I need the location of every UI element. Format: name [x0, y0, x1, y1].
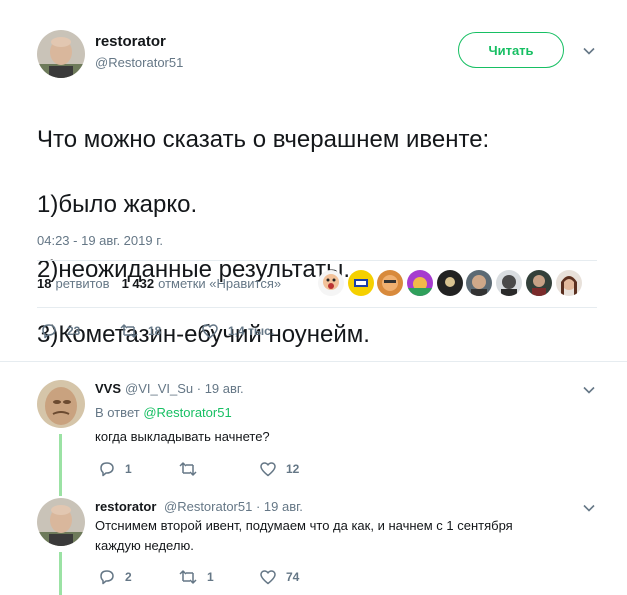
reply-actions: 1 12: [98, 460, 299, 478]
like-count: 74: [286, 570, 300, 584]
reply-icon: [42, 324, 56, 339]
reply-actions: 2 1 74: [98, 568, 299, 586]
heart-icon: [260, 462, 276, 477]
likes-count[interactable]: 1 432: [122, 276, 155, 291]
thread-line: [59, 552, 62, 595]
retweets-count[interactable]: 18: [37, 276, 51, 291]
liker-avatar[interactable]: [318, 270, 344, 296]
like-button[interactable]: 12: [259, 460, 299, 478]
divider: [37, 307, 597, 308]
retweet-count: 1: [207, 570, 214, 584]
reply-author-handle[interactable]: @Restorator51: [164, 499, 252, 514]
tweet-stats: 18 ретвитов 1 432 отметки «Нравится»: [37, 276, 281, 291]
reply-count: 23: [67, 324, 81, 338]
retweet-icon: [120, 324, 138, 338]
tweet-timestamp[interactable]: 04:23 - 19 авг. 2019 г.: [37, 233, 163, 248]
likes-label[interactable]: отметки «Нравится»: [158, 276, 281, 291]
liker-avatars: [318, 270, 585, 296]
retweet-icon: [179, 570, 197, 584]
reply-meta: @VI_VI_Su · 19 авг.: [125, 381, 244, 396]
reply-author-handle[interactable]: @VI_VI_Su: [125, 381, 193, 396]
reply-avatar[interactable]: [37, 380, 85, 428]
chevron-down-icon[interactable]: [582, 501, 596, 515]
retweet-icon: [179, 462, 197, 476]
reply-author-name[interactable]: VVS: [95, 381, 121, 396]
liker-avatar[interactable]: [347, 270, 374, 296]
reply-button[interactable]: 23: [40, 322, 119, 340]
retweets-label[interactable]: ретвитов: [55, 276, 109, 291]
like-count: 12: [286, 462, 300, 476]
chevron-down-icon[interactable]: [582, 383, 596, 397]
retweet-button[interactable]: 1: [178, 568, 259, 586]
reply-count: 1: [125, 462, 132, 476]
liker-avatar[interactable]: [496, 270, 523, 296]
reply-to-line: В ответ @Restorator51: [95, 405, 232, 420]
heart-icon: [260, 570, 276, 585]
reply-to-link[interactable]: @Restorator51: [143, 405, 231, 420]
reply-avatar[interactable]: [37, 498, 85, 546]
divider: [0, 361, 627, 362]
tweet-actions: 23 18 1,4 тыс.: [40, 322, 274, 340]
thread-line: [59, 434, 62, 496]
liker-avatar[interactable]: [555, 270, 582, 296]
author-avatar[interactable]: [37, 30, 85, 78]
tweet-line: 1)было жарко.: [37, 190, 198, 218]
like-button[interactable]: 74: [259, 568, 299, 586]
reply-icon: [100, 570, 114, 585]
reply-to-label: В ответ: [95, 405, 140, 420]
liker-avatar[interactable]: [525, 270, 552, 296]
reply-button[interactable]: 1: [98, 460, 178, 478]
retweet-button[interactable]: [178, 460, 259, 478]
liker-avatar[interactable]: [407, 270, 434, 296]
divider: [37, 260, 597, 261]
reply-meta: @Restorator51 · 19 авг.: [164, 499, 303, 514]
retweet-button[interactable]: 18: [119, 322, 201, 340]
like-count: 1,4 тыс.: [228, 324, 275, 338]
liker-avatar[interactable]: [466, 270, 493, 296]
liker-avatar[interactable]: [377, 270, 404, 296]
liker-avatar[interactable]: [436, 270, 463, 296]
reply-date[interactable]: 19 авг.: [205, 381, 244, 396]
heart-icon: [202, 324, 218, 339]
reply-date[interactable]: 19 авг.: [264, 499, 303, 514]
reply-button[interactable]: 2: [98, 568, 178, 586]
reply-icon: [100, 462, 114, 477]
reply-text: Отснимем второй ивент, подумаем что да к…: [95, 518, 513, 553]
author-name[interactable]: restorator: [95, 33, 166, 50]
like-button[interactable]: 1,4 тыс.: [201, 322, 274, 340]
author-handle[interactable]: @Restorator51: [95, 55, 183, 70]
follow-button[interactable]: Читать: [458, 32, 564, 68]
retweet-count: 18: [148, 324, 162, 338]
tweet-line: Что можно сказать о вчерашнем ивенте:: [37, 125, 490, 153]
reply-text: когда выкладывать начнете?: [95, 429, 270, 444]
reply-count: 2: [125, 570, 132, 584]
chevron-down-icon[interactable]: [582, 44, 596, 58]
reply-author-name[interactable]: restorator: [95, 499, 156, 514]
